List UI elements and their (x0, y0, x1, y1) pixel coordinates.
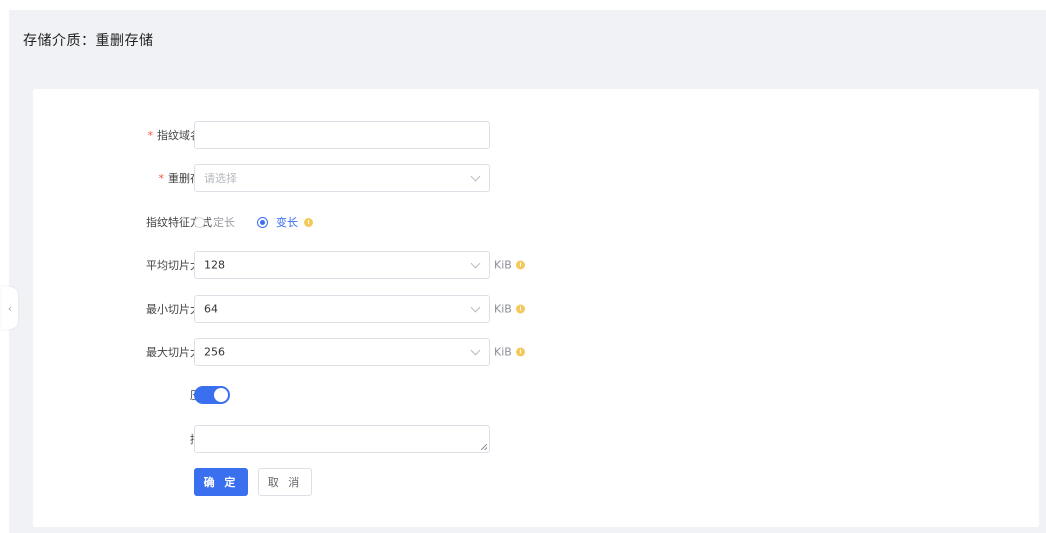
form-actions: 确 定 取 消 (33, 468, 1039, 496)
radio-fixed-length[interactable]: 定长 (194, 214, 235, 230)
dedup-storage-placeholder: 请选择 (204, 172, 237, 185)
max-slice-select[interactable]: 256 (194, 338, 490, 366)
chevron-down-icon (470, 258, 481, 269)
avg-slice-select[interactable]: 128 (194, 251, 490, 279)
description-textarea[interactable] (194, 425, 490, 453)
cancel-button[interactable]: 取 消 (258, 468, 312, 496)
chevron-down-icon (470, 345, 481, 356)
radio-variable-length[interactable]: 变长 (257, 214, 298, 230)
max-slice-unit: KiB (494, 346, 525, 359)
form-row-fingerprint-mode: 指纹特征方式 定长 变长 (33, 208, 1039, 236)
fingerprint-mode-radio-group: 定长 变长 (194, 214, 313, 230)
confirm-button[interactable]: 确 定 (194, 468, 248, 496)
max-slice-value: 256 (204, 345, 225, 359)
radio-circle-icon (194, 216, 205, 228)
info-icon[interactable] (515, 260, 525, 270)
required-mark: * (147, 129, 154, 142)
chevron-down-icon (470, 171, 481, 182)
form-row-min-slice: 最小切片大小 64 KiB (33, 295, 1039, 323)
min-slice-unit: KiB (494, 303, 525, 316)
chevron-left-icon: ‹ (7, 301, 13, 315)
avg-slice-value: 128 (204, 258, 225, 272)
form-row-max-slice: 最大切片大小 256 KiB (33, 338, 1039, 366)
form-row-description: 描述 (33, 425, 1039, 453)
form-row-fingerprint-domain: * 指纹域名称 (33, 121, 1039, 149)
page-title: 存储介质：重删存储 (23, 33, 154, 49)
compress-toggle[interactable] (194, 386, 230, 404)
min-slice-value: 64 (204, 302, 218, 316)
min-slice-select[interactable]: 64 (194, 295, 490, 323)
sidebar-collapse-button[interactable]: ‹ (2, 287, 18, 329)
form-row-dedup-storage: * 重删存储 请选择 (33, 164, 1039, 192)
toggle-knob (214, 388, 228, 402)
form-card: * 指纹域名称 * 重删存储 请选择 指纹特征方式 定长 变长 平均切片大小 1… (33, 89, 1039, 527)
dedup-storage-select[interactable]: 请选择 (194, 164, 490, 192)
form-row-avg-slice: 平均切片大小 128 KiB (33, 251, 1039, 279)
fingerprint-domain-input[interactable] (194, 121, 490, 149)
info-icon[interactable] (515, 304, 525, 314)
resize-grip-icon[interactable] (481, 444, 487, 450)
form-row-compress: 压缩 (33, 381, 1039, 409)
info-icon[interactable] (515, 347, 525, 357)
info-icon[interactable] (304, 217, 313, 227)
radio-variable-length-label: 变长 (276, 216, 298, 229)
chevron-down-icon (470, 302, 481, 313)
required-mark: * (158, 172, 165, 185)
radio-fixed-length-label: 定长 (213, 216, 235, 229)
radio-checked-icon (257, 216, 268, 228)
avg-slice-unit: KiB (494, 259, 525, 272)
